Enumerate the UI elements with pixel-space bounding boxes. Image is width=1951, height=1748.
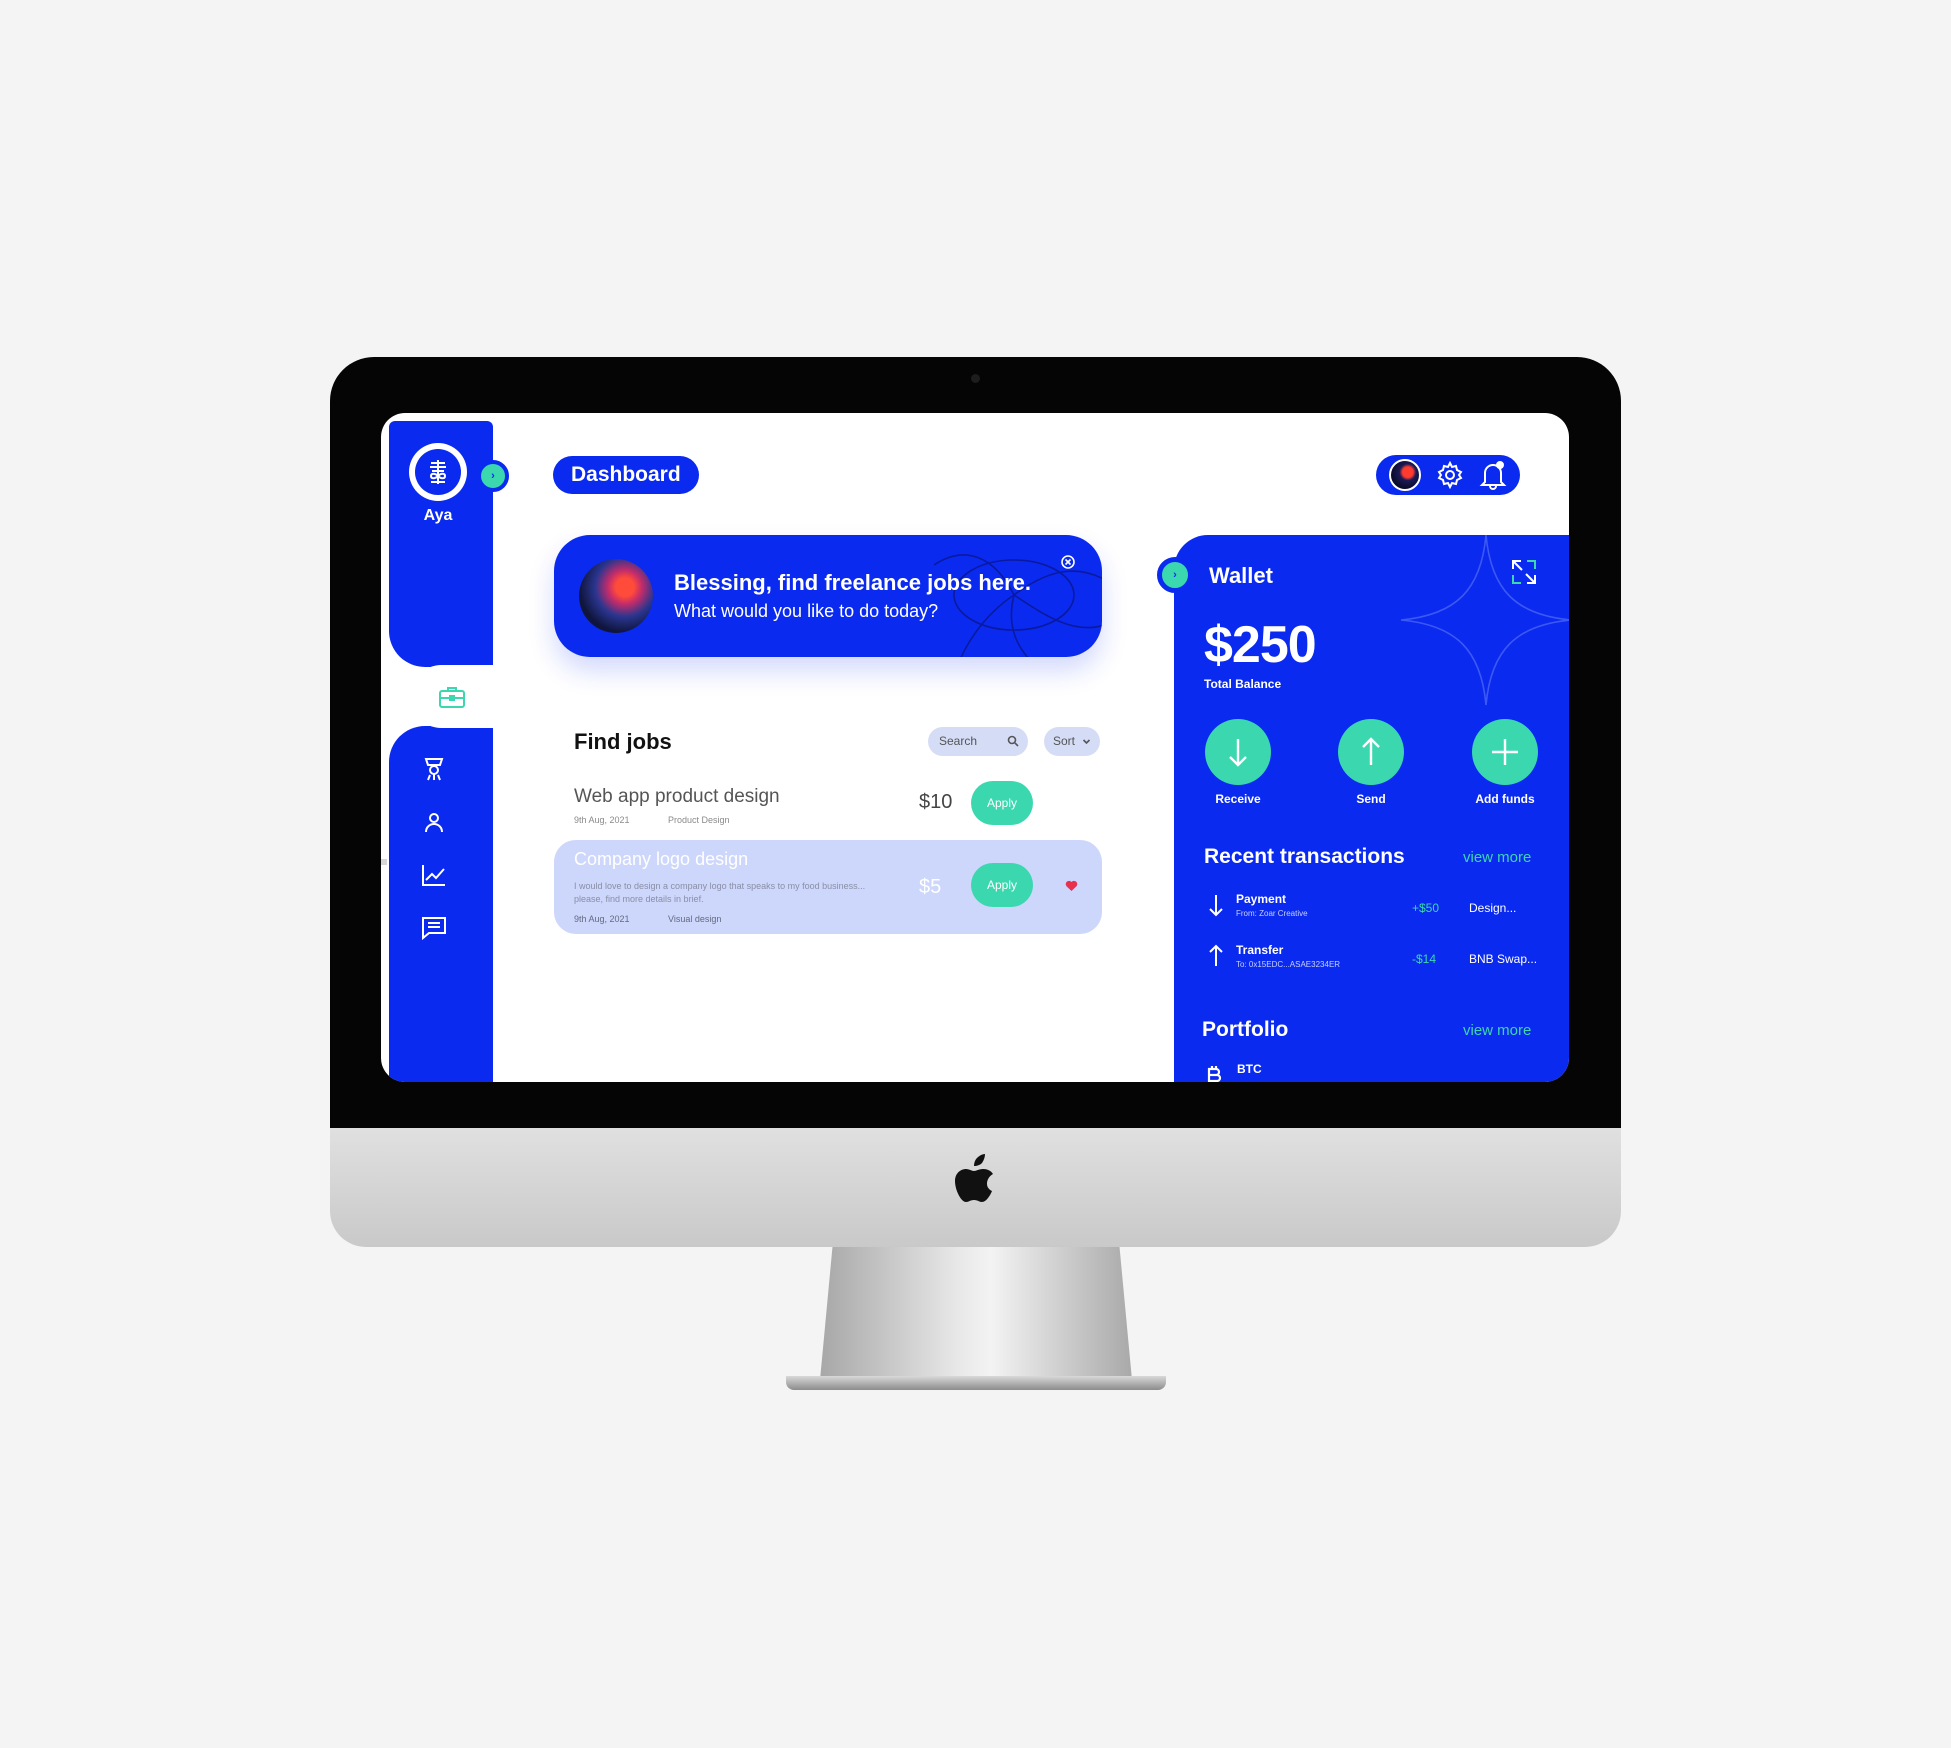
sidebar-item-messages[interactable] <box>418 912 450 944</box>
gear-icon[interactable] <box>1436 461 1464 489</box>
analytics-icon <box>422 865 445 886</box>
transaction-name[interactable]: Transfer <box>1236 943 1283 957</box>
adinkra-logo-icon <box>429 460 447 484</box>
job-date: 9th Aug, 2021 <box>574 914 630 924</box>
wallet-collapse-button[interactable]: › <box>1157 557 1193 593</box>
floral-decoration-icon <box>934 554 1102 657</box>
job-title[interactable]: Web app product design <box>574 786 780 808</box>
transaction-amount: -$14 <box>1412 952 1437 966</box>
banner-subtitle: What would you like to do today? <box>674 601 939 621</box>
transaction-name[interactable]: Payment <box>1236 892 1286 906</box>
transaction-sub: From: Zoar Creative <box>1236 909 1308 918</box>
portfolio-title: Portfolio <box>1202 1018 1289 1041</box>
welcome-banner: Blessing, find freelance jobs here. What… <box>554 535 1102 657</box>
job-price: $10 <box>919 791 953 813</box>
edge-mark <box>381 859 387 865</box>
job-title[interactable]: Company logo design <box>574 849 748 870</box>
search-icon <box>1007 735 1019 747</box>
job-price: $5 <box>919 876 942 898</box>
banner-avatar <box>579 559 653 633</box>
profile-icon <box>425 813 443 833</box>
webcam <box>971 374 980 383</box>
transactions-view-more-link[interactable]: view more <box>1463 849 1531 866</box>
plus-icon <box>1492 739 1518 765</box>
monitor-stand-base <box>786 1376 1166 1390</box>
app-screen: Aya › Dashboard Blessing, find freelance… <box>381 413 1569 1082</box>
job-category: Visual design <box>668 914 722 924</box>
sidebar-item-analytics[interactable] <box>418 859 450 891</box>
balance-label: Total Balance <box>1204 677 1282 691</box>
add-funds-label: Add funds <box>1475 792 1535 806</box>
receive-label: Receive <box>1215 792 1261 806</box>
job-search-input[interactable]: Search <box>928 727 1028 756</box>
sidebar-item-jobs[interactable] <box>410 665 493 728</box>
messages-icon <box>422 917 446 940</box>
apple-logo-icon <box>955 1154 993 1202</box>
job-card-highlighted[interactable]: Company logo design I would love to desi… <box>554 840 1102 934</box>
sidebar-item-achievements[interactable] <box>418 753 450 785</box>
close-icon[interactable] <box>1061 555 1075 569</box>
send-label: Send <box>1356 792 1386 806</box>
search-placeholder: Search <box>939 734 978 748</box>
transaction-description: Design... <box>1469 901 1517 915</box>
wallet-balance: $250 <box>1204 616 1317 674</box>
job-date: 9th Aug, 2021 <box>574 815 630 825</box>
sidebar-collapse-button[interactable]: › <box>477 460 509 492</box>
transaction-sub: To: 0x15EDC...ASAE3234ER <box>1236 960 1341 969</box>
app-logo[interactable] <box>409 443 467 501</box>
trophy-icon <box>424 758 444 781</box>
transaction-amount: +$50 <box>1412 901 1440 915</box>
job-description: I would love to design a company logo th… <box>574 881 866 904</box>
sort-dropdown[interactable]: Sort <box>1044 727 1100 756</box>
wallet-title: Wallet <box>1209 563 1273 588</box>
wallet-panel: Wallet $250 Total Balance Receive Send A <box>1174 535 1569 1082</box>
bitcoin-icon <box>1207 1066 1222 1082</box>
briefcase-icon <box>438 686 465 708</box>
find-jobs-title: Find jobs <box>574 729 672 754</box>
sidebar-item-profile[interactable] <box>418 806 450 838</box>
monitor-stand <box>820 1247 1132 1380</box>
expand-icon[interactable] <box>1509 557 1539 587</box>
arrow-up-icon <box>1209 944 1223 966</box>
arrow-down-icon <box>1209 895 1223 917</box>
heart-icon[interactable] <box>1065 880 1078 892</box>
sparkle-decoration-icon <box>1400 535 1569 706</box>
transaction-description: BNB Swap... <box>1469 952 1538 966</box>
chevron-down-icon <box>1082 739 1091 745</box>
apply-button[interactable]: Apply <box>971 781 1033 825</box>
recent-transactions-title: Recent transactions <box>1204 845 1405 868</box>
apply-button[interactable]: Apply <box>971 863 1033 907</box>
send-button[interactable] <box>1338 719 1404 785</box>
sort-label: Sort <box>1053 734 1076 748</box>
user-avatar[interactable] <box>1389 459 1422 491</box>
arrow-down-icon <box>1229 739 1247 767</box>
banner-title: Blessing, find freelance jobs here. <box>674 570 1031 595</box>
arrow-up-icon <box>1362 737 1380 765</box>
receive-button[interactable] <box>1205 719 1271 785</box>
add-funds-button[interactable] <box>1472 719 1538 785</box>
job-category: Product Design <box>668 815 730 825</box>
header-icon-group <box>1376 455 1520 495</box>
bell-icon[interactable] <box>1479 460 1507 490</box>
page-title: Dashboard <box>553 456 699 494</box>
portfolio-asset[interactable]: BTC <box>1237 1062 1262 1076</box>
app-name: Aya <box>423 507 453 524</box>
portfolio-view-more-link[interactable]: view more <box>1463 1022 1531 1039</box>
